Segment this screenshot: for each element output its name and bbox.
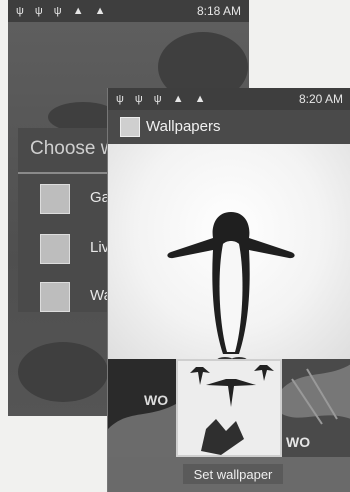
thumbnail-mark: WO — [286, 434, 310, 450]
live-wallpaper-icon — [40, 234, 70, 264]
wallpaper-shape — [18, 342, 108, 402]
wallpaper-thumbnail-2-selected[interactable] — [176, 359, 282, 457]
wallpapers-app-icon — [120, 117, 140, 137]
status-bar: ψ ψ ψ ▲ ▲ 8:18 AM — [8, 0, 249, 22]
wallpaper-thumbnail-strip[interactable]: WO WO — [108, 359, 350, 457]
front-phone-screen: ψ ψ ψ ▲ ▲ 8:20 AM Wallpapers WO WO Set w… — [107, 88, 350, 492]
status-icons: ψ ψ ψ ▲ ▲ — [116, 93, 210, 105]
wallpaper-thumbnail-3[interactable]: WO — [282, 359, 350, 457]
gallery-icon — [40, 184, 70, 214]
wallpaper-preview — [108, 144, 350, 363]
wallpaper-icon — [40, 282, 70, 312]
penguin-illustration — [167, 212, 295, 363]
status-bar: ψ ψ ψ ▲ ▲ 8:20 AM — [108, 88, 350, 110]
action-bar-title: Wallpapers — [146, 118, 221, 135]
status-clock: 8:18 AM — [196, 4, 241, 18]
thumbnail-mark: WO — [144, 392, 168, 408]
status-clock: 8:20 AM — [298, 92, 343, 106]
status-icons: ψ ψ ψ ▲ ▲ — [16, 5, 110, 17]
action-bar: Wallpapers — [108, 110, 350, 144]
wallpaper-thumbnail-1[interactable]: WO — [108, 359, 176, 457]
bottom-bar: Set wallpaper — [108, 457, 350, 492]
set-wallpaper-button[interactable]: Set wallpaper — [183, 464, 283, 484]
